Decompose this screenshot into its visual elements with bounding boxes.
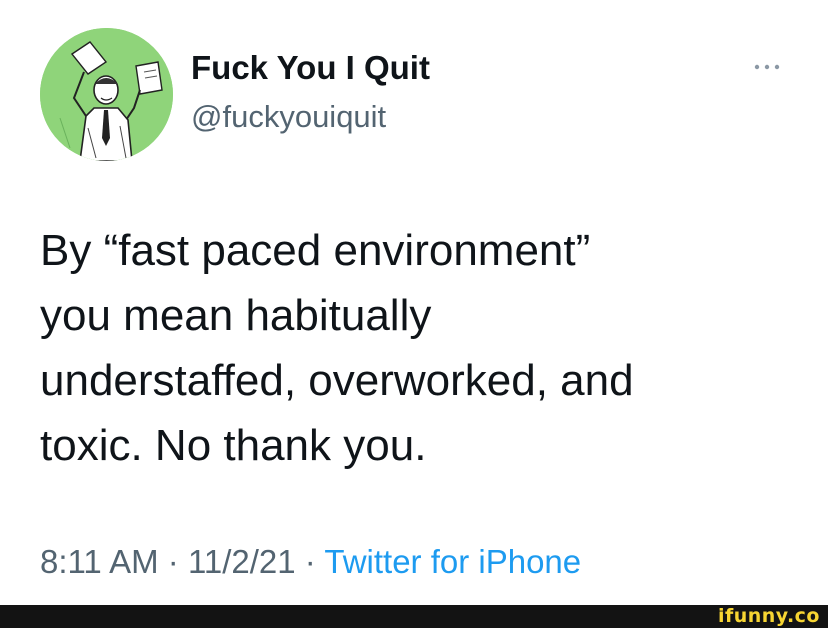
tweet-text-line: understaffed, overworked, and: [40, 356, 634, 405]
watermark-bar: ifunny.co: [0, 605, 828, 628]
tweet-card: Fuck You I Quit @fuckyouiquit By “fast p…: [0, 0, 828, 605]
more-dots-icon: [754, 64, 780, 70]
tweet-time[interactable]: 8:11 AM: [40, 543, 159, 580]
tweet-text-line: By “fast paced environment”: [40, 226, 591, 275]
ifunny-watermark: ifunny.co: [717, 605, 820, 627]
tweet-meta: 8:11 AM · 11/2/21 · Twitter for iPhone: [40, 540, 581, 584]
tweet-text-line: toxic. No thank you.: [40, 421, 427, 470]
tweet-text-line: you mean habitually: [40, 291, 432, 340]
more-options-button[interactable]: [748, 52, 788, 82]
user-handle[interactable]: @fuckyouiquit: [191, 98, 386, 136]
tweet-source-link[interactable]: Twitter for iPhone: [324, 543, 581, 580]
avatar[interactable]: [40, 28, 173, 161]
meta-separator: ·: [158, 543, 188, 580]
tweet-text: By “fast paced environment” you mean hab…: [40, 218, 800, 478]
man-throwing-papers-avatar-icon: [40, 28, 173, 161]
meta-separator: ·: [295, 543, 325, 580]
display-name[interactable]: Fuck You I Quit: [191, 48, 430, 88]
tweet-date[interactable]: 11/2/21: [188, 543, 296, 580]
